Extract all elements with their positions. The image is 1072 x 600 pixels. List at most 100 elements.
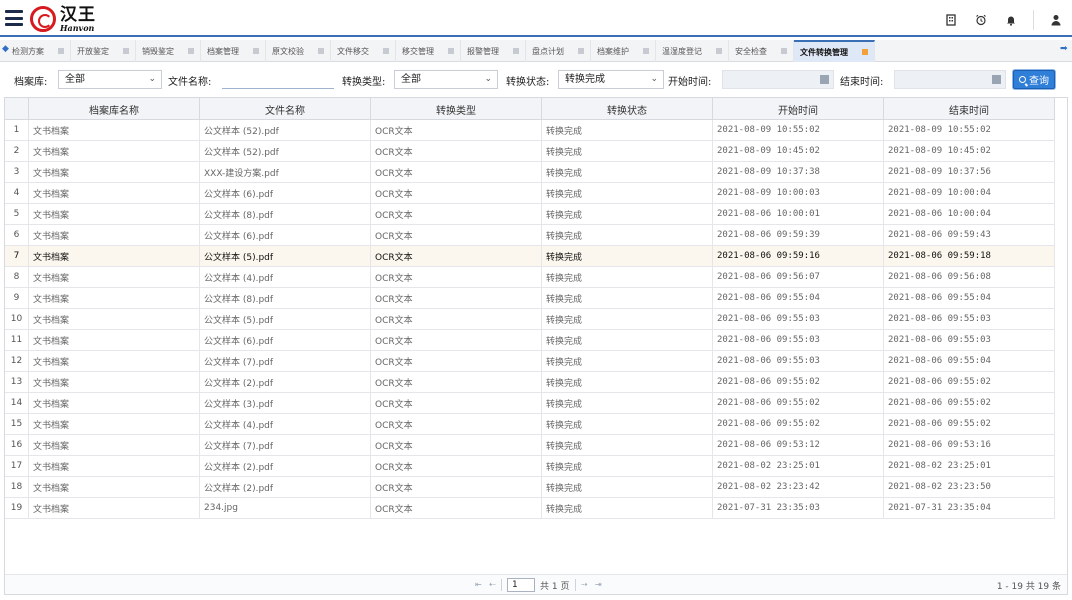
cell-start-time: 2021-08-06 09:55:03 xyxy=(713,309,884,329)
table-row[interactable]: 18 文书档案 公文样本 (2).pdf OCR文本 转换完成 2021-08-02 23… xyxy=(5,477,1055,498)
tab-3[interactable]: 销毁鉴定 xyxy=(136,40,201,62)
table-row[interactable]: 12 文书档案 公文样本 (7).pdf OCR文本 转换完成 2021-08-06 09… xyxy=(5,351,1055,372)
column-header-archive[interactable]: 档案库名称 xyxy=(29,98,200,120)
page-number-input[interactable]: 1 xyxy=(507,578,535,592)
cell-type: OCR文本 xyxy=(371,120,542,140)
prev-page-icon[interactable]: ⇠ xyxy=(489,580,496,589)
tab-10[interactable]: 档案维护 xyxy=(591,40,656,62)
start-time-input[interactable] xyxy=(722,70,834,89)
cell-filename: 公文样本 (52).pdf xyxy=(200,120,371,140)
table-row[interactable]: 6 文书档案 公文样本 (6).pdf OCR文本 转换完成 2021-08-06 09:… xyxy=(5,225,1055,246)
cell-start-time: 2021-08-09 10:37:38 xyxy=(713,162,884,182)
tab-7[interactable]: 移交管理 xyxy=(396,40,461,62)
table-row[interactable]: 15 文书档案 公文样本 (4).pdf OCR文本 转换完成 2021-08-06 09… xyxy=(5,414,1055,435)
tab-close-icon[interactable] xyxy=(383,48,389,54)
table-row[interactable]: 4 文书档案 公文样本 (6).pdf OCR文本 转换完成 2021-08-09 10:… xyxy=(5,183,1055,204)
tab-close-icon[interactable] xyxy=(716,48,722,54)
tab-1[interactable]: 检测方案 xyxy=(6,40,71,62)
cell-start-time: 2021-08-09 10:00:03 xyxy=(713,183,884,203)
table-row[interactable]: 19 文书档案 234.jpg OCR文本 转换完成 2021-07-31 23:35:0… xyxy=(5,498,1055,519)
tab-close-icon[interactable] xyxy=(188,48,194,54)
table-header: 档案库名称 文件名称 转换类型 转换状态 开始时间 结束时间 xyxy=(5,98,1055,120)
tab-close-icon[interactable] xyxy=(318,48,324,54)
cell-end-time: 2021-08-06 10:00:04 xyxy=(884,204,1055,224)
table-row[interactable]: 11 文书档案 公文样本 (6).pdf OCR文本 转换完成 2021-08-06 09… xyxy=(5,330,1055,351)
last-page-icon[interactable]: ⇥ xyxy=(595,580,602,589)
table-row[interactable]: 16 文书档案 公文样本 (7).pdf OCR文本 转换完成 2021-08-06 09… xyxy=(5,435,1055,456)
cell-start-time: 2021-07-31 23:35:03 xyxy=(713,498,884,518)
row-number: 18 xyxy=(5,477,29,497)
tab-close-icon[interactable] xyxy=(123,48,129,54)
tab-12[interactable]: 安全检查 xyxy=(729,40,794,62)
column-header-filename[interactable]: 文件名称 xyxy=(200,98,371,120)
cell-type: OCR文本 xyxy=(371,351,542,371)
calendar-icon xyxy=(820,75,829,84)
cell-end-time: 2021-08-06 09:55:02 xyxy=(884,393,1055,413)
table-row[interactable]: 8 文书档案 公文样本 (4).pdf OCR文本 转换完成 2021-08-06 09:… xyxy=(5,267,1055,288)
table-row[interactable]: 13 文书档案 公文样本 (2).pdf OCR文本 转换完成 2021-08-06 09… xyxy=(5,372,1055,393)
page-total-text: 共 1 页 xyxy=(540,582,570,592)
archive-select[interactable]: 全部 ⌄ xyxy=(58,70,162,89)
pagination-bar: ⇤ ⇠ 1 共 1 页 ⇢ ⇥ 1 - 19 共 19 条 xyxy=(5,574,1067,594)
tab-close-icon[interactable] xyxy=(58,48,64,54)
cell-start-time: 2021-08-06 09:59:39 xyxy=(713,225,884,245)
cell-start-time: 2021-08-06 09:55:04 xyxy=(713,288,884,308)
cell-status: 转换完成 xyxy=(542,204,713,224)
column-header-end-time[interactable]: 结束时间 xyxy=(884,98,1055,120)
bell-icon[interactable] xyxy=(1003,12,1019,28)
tab-close-icon[interactable] xyxy=(862,49,868,55)
cell-archive: 文书档案 xyxy=(29,204,200,224)
table-row[interactable]: 10 文书档案 公文样本 (5).pdf OCR文本 转换完成 2021-08-06 09… xyxy=(5,309,1055,330)
table-row[interactable]: 1 文书档案 公文样本 (52).pdf OCR文本 转换完成 2021-08-09 10… xyxy=(5,120,1055,141)
cell-filename: 公文样本 (2).pdf xyxy=(200,372,371,392)
tab-9[interactable]: 盘点计划 xyxy=(526,40,591,62)
table-row[interactable]: 5 文书档案 公文样本 (8).pdf OCR文本 转换完成 2021-08-06 10:… xyxy=(5,204,1055,225)
tab-13[interactable]: 文件转换管理 xyxy=(794,40,875,62)
hanvon-logo: 汉王 Hanvon xyxy=(30,5,96,33)
tab-close-icon[interactable] xyxy=(253,48,259,54)
tab-close-icon[interactable] xyxy=(781,48,787,54)
start-time-label: 开始时间: xyxy=(668,77,712,88)
table-row[interactable]: 7 文书档案 公文样本 (5).pdf OCR文本 转换完成 2021-08-06 09:… xyxy=(5,246,1055,267)
building-icon[interactable] xyxy=(943,12,959,28)
column-header-type[interactable]: 转换类型 xyxy=(371,98,542,120)
next-page-icon[interactable]: ⇢ xyxy=(581,580,588,589)
tab-8[interactable]: 报警管理 xyxy=(461,40,526,62)
cell-status: 转换完成 xyxy=(542,309,713,329)
cell-filename: 公文样本 (8).pdf xyxy=(200,288,371,308)
table-row[interactable]: 2 文书档案 公文样本 (52).pdf OCR文本 转换完成 2021-08-09 10… xyxy=(5,141,1055,162)
type-select[interactable]: 全部 ⌄ xyxy=(394,70,498,89)
column-header-status[interactable]: 转换状态 xyxy=(542,98,713,120)
row-number: 2 xyxy=(5,141,29,161)
tab-scroll-right-icon[interactable]: ➡ xyxy=(1060,44,1070,56)
cell-end-time: 2021-08-02 23:23:50 xyxy=(884,477,1055,497)
tab-4[interactable]: 档案管理 xyxy=(201,40,266,62)
cell-type: OCR文本 xyxy=(371,435,542,455)
tab-close-icon[interactable] xyxy=(448,48,454,54)
tab-close-icon[interactable] xyxy=(578,48,584,54)
menu-toggle-icon[interactable] xyxy=(5,10,23,26)
filename-input[interactable] xyxy=(222,70,334,89)
user-icon[interactable] xyxy=(1048,12,1064,28)
tab-6[interactable]: 文件移交 xyxy=(331,40,396,62)
table-row[interactable]: 14 文书档案 公文样本 (3).pdf OCR文本 转换完成 2021-08-06 09… xyxy=(5,393,1055,414)
first-page-icon[interactable]: ⇤ xyxy=(475,580,482,589)
table-body: 1 文书档案 公文样本 (52).pdf OCR文本 转换完成 2021-08-09 10… xyxy=(5,120,1055,519)
table-row[interactable]: 9 文书档案 公文样本 (8).pdf OCR文本 转换完成 2021-08-06 09:… xyxy=(5,288,1055,309)
end-time-input[interactable] xyxy=(894,70,1006,89)
table-row[interactable]: 17 文书档案 公文样本 (2).pdf OCR文本 转换完成 2021-08-02 23… xyxy=(5,456,1055,477)
tab-close-icon[interactable] xyxy=(513,48,519,54)
tab-2[interactable]: 开放鉴定 xyxy=(71,40,136,62)
tab-close-icon[interactable] xyxy=(643,48,649,54)
table-row[interactable]: 3 文书档案 XXX-建设方案.pdf OCR文本 转换完成 2021-08-09 10:… xyxy=(5,162,1055,183)
cell-end-time: 2021-08-09 10:45:02 xyxy=(884,141,1055,161)
tab-11[interactable]: 温湿度登记 xyxy=(656,40,729,62)
search-button[interactable]: 查询 xyxy=(1013,70,1055,89)
type-label: 转换类型: xyxy=(342,77,386,88)
tab-5[interactable]: 原文校验 xyxy=(266,40,331,62)
cell-status: 转换完成 xyxy=(542,225,713,245)
cell-status: 转换完成 xyxy=(542,288,713,308)
alarm-clock-icon[interactable] xyxy=(973,12,989,28)
status-select[interactable]: 转换完成 ⌄ xyxy=(558,70,664,89)
column-header-start-time[interactable]: 开始时间 xyxy=(713,98,884,120)
